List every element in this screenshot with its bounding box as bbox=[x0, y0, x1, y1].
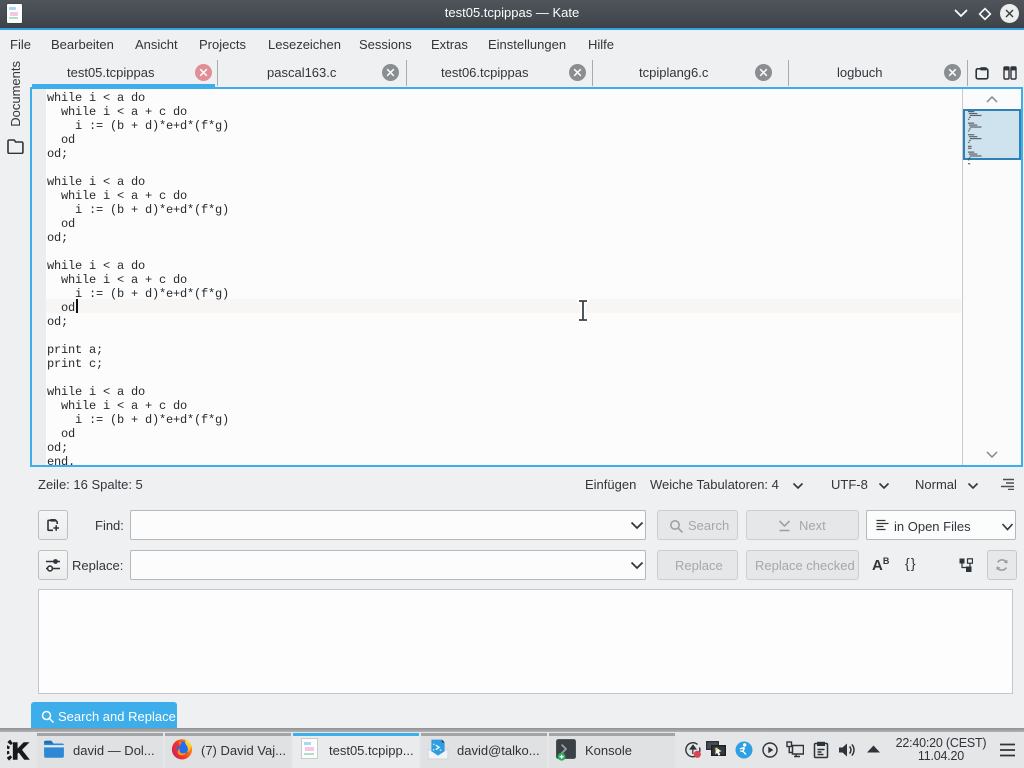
svg-text:K: K bbox=[12, 738, 29, 763]
